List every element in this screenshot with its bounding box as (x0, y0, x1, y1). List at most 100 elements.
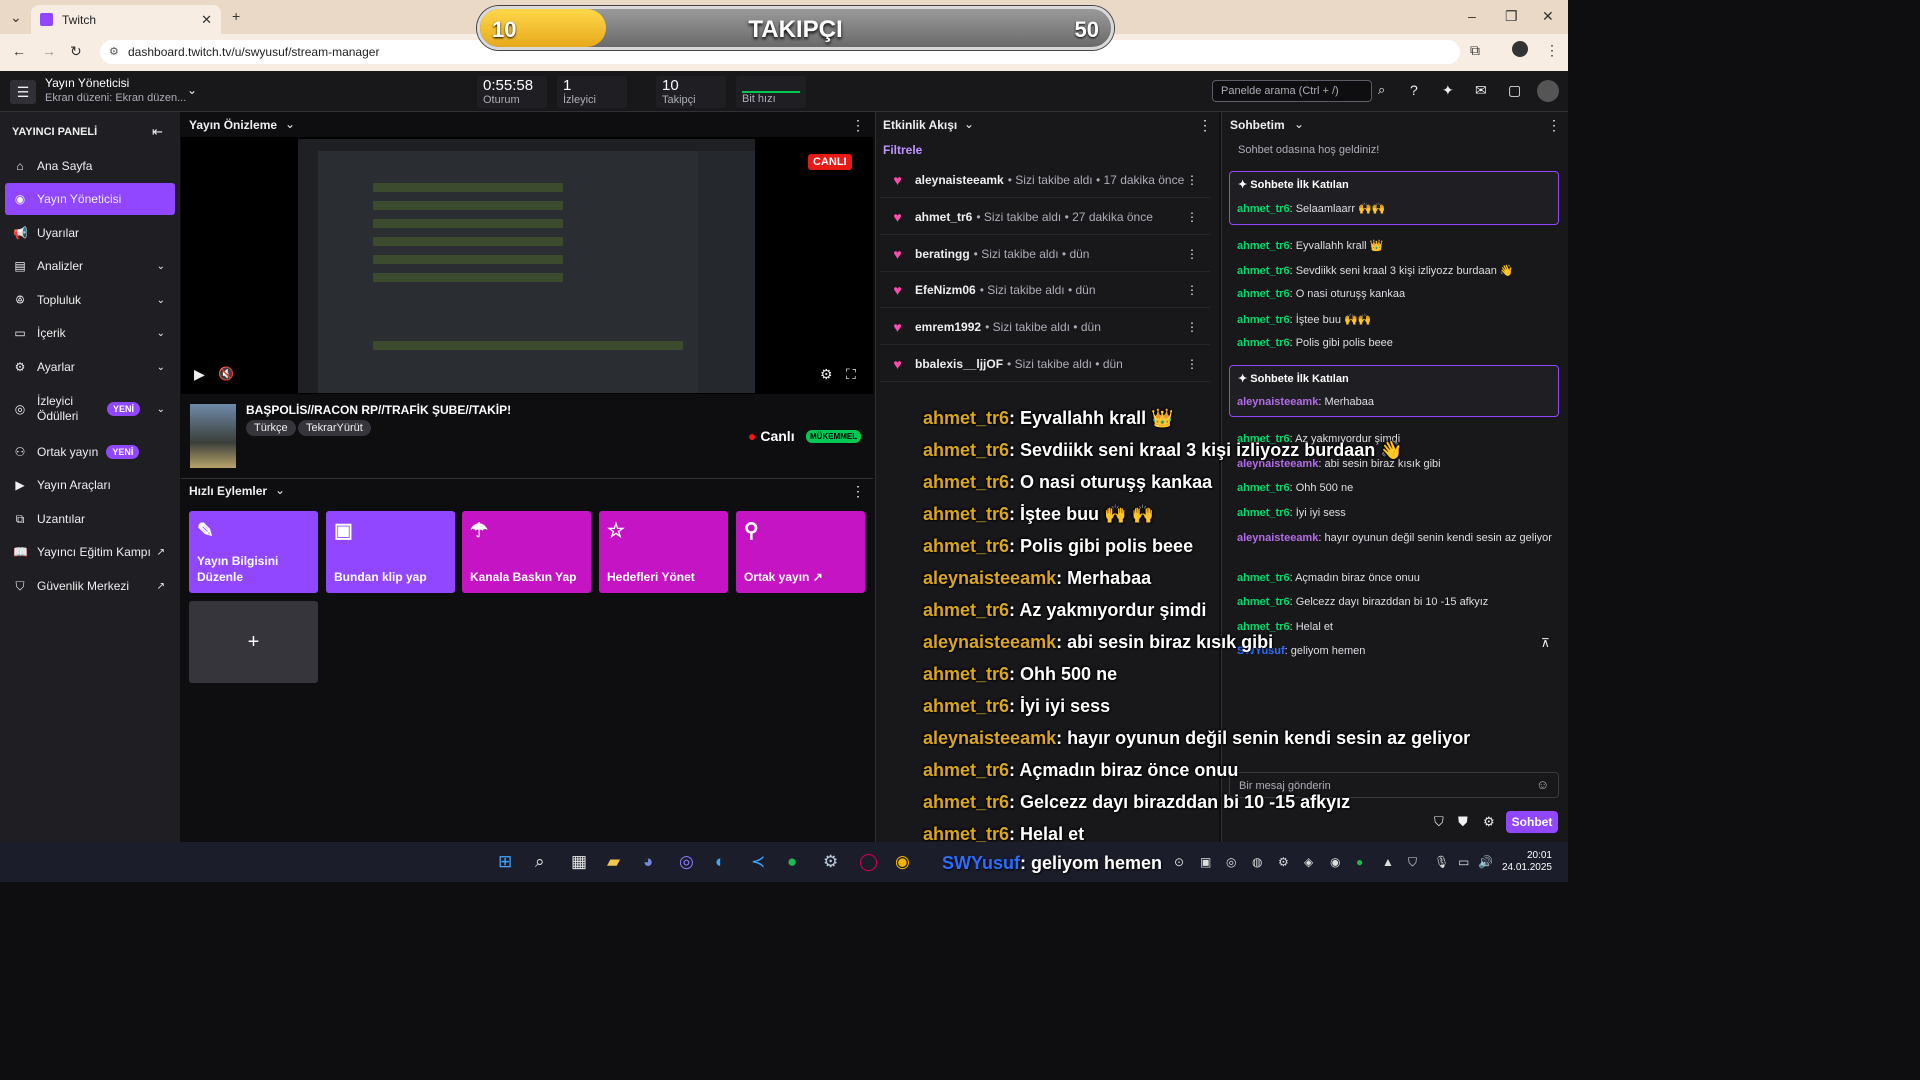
tray-icon[interactable]: ◍ (1252, 855, 1262, 869)
chat-message[interactable]: ahmet_tr6: Polis gibi polis beee (1237, 337, 1557, 349)
play-icon[interactable]: ▶ (194, 366, 205, 383)
search-icon[interactable]: ⌕ (535, 852, 545, 872)
tray-icon[interactable]: ◈ (1304, 855, 1313, 869)
filter-link[interactable]: Filtrele (883, 143, 922, 157)
add-quick-action-button[interactable]: + (189, 601, 318, 683)
folder-icon[interactable]: ▰ (607, 852, 620, 872)
player-settings-icon[interactable]: ⚙ (820, 366, 833, 383)
spotify-icon[interactable]: ● (787, 852, 797, 872)
close-tab-icon[interactable]: ✕ (201, 12, 212, 28)
activity-item[interactable]: ♥ ahmet_tr6 • Sizi takibe aldı • 27 dakika… (880, 199, 1210, 235)
discord-icon[interactable]: ◕ (643, 852, 653, 872)
chevron-down-icon[interactable]: ⌄ (285, 117, 295, 131)
edit-stream-info-button[interactable]: ✎ Yayın Bilgisini Düzenle (189, 511, 318, 593)
chat-message[interactable]: ahmet_tr6: İştee buu 🙌🙌 (1237, 313, 1557, 326)
site-info-icon[interactable]: ⚙ (109, 45, 119, 58)
tray-icon[interactable]: ⊙ (1174, 855, 1184, 869)
sidebar-item-content[interactable]: ▭ İçerik ⌄ (5, 317, 175, 349)
create-clip-button[interactable]: ▣ Bundan klip yap (326, 511, 455, 593)
tray-icon[interactable]: ◎ (1226, 855, 1236, 869)
chrome-icon[interactable]: ◉ (895, 852, 910, 872)
sparkle-icon[interactable]: ✦ (1442, 82, 1454, 99)
dashboard-search-input[interactable]: Panelde arama (Ctrl + /) (1212, 80, 1372, 102)
system-clock[interactable]: 20:01 24.01.2025 (1500, 850, 1552, 874)
preview-heading[interactable]: Yayın Önizleme (189, 118, 277, 132)
raid-channel-button[interactable]: ☂ Kanala Baskın Yap (462, 511, 591, 593)
tray-icon[interactable]: ⛉ (1408, 855, 1417, 870)
hamburger-menu-icon[interactable]: ☰ (10, 80, 36, 104)
profile-avatar[interactable] (1512, 41, 1528, 57)
sidebar-item-extensions[interactable]: ⧉ Uzantılar (5, 503, 175, 535)
sidebar-item-collab[interactable]: ⚇ Ortak yayın YENİ (5, 436, 175, 468)
extensions-icon[interactable]: ⧉ (1470, 42, 1480, 59)
chevron-down-icon[interactable]: ⌄ (1294, 117, 1304, 131)
windows-start-icon[interactable]: ⊞ (498, 852, 512, 872)
fullscreen-icon[interactable]: ⛶ (846, 366, 856, 383)
steam-icon[interactable]: ⚙ (823, 852, 838, 872)
tray-icon[interactable]: ▲ (1382, 855, 1394, 869)
chat-message[interactable]: ahmet_tr6: Selaamlaarr 🙌🙌 (1237, 202, 1557, 215)
more-options-icon[interactable]: ⋮ (1186, 357, 1198, 371)
close-window-icon[interactable]: ✕ (1542, 8, 1554, 25)
chat-heading[interactable]: Sohbetim (1230, 118, 1285, 132)
sidebar-item-creator-camp[interactable]: 📖 Yayıncı Eğitim Kampı ↗ (5, 536, 175, 568)
activity-heading[interactable]: Etkinlik Akışı (883, 118, 957, 132)
new-tab-icon[interactable]: + (232, 8, 240, 24)
search-icon[interactable]: ⌕ (1378, 82, 1385, 98)
activity-item[interactable]: ♥ beratingg • Sizi takibe aldı • dün ⋮ (880, 236, 1210, 272)
sidebar-item-stream-tools[interactable]: ▶ Yayın Araçları (5, 469, 175, 501)
whisper-icon[interactable]: ▢ (1508, 82, 1521, 99)
chat-message[interactable]: ahmet_tr6: Eyvallahh krall 👑 (1237, 239, 1557, 252)
store-icon[interactable]: ▦ (571, 852, 587, 872)
activity-item[interactable]: ♥ aleynaisteeamk • Sizi takibe aldı • 17 d… (880, 162, 1210, 198)
network-icon[interactable]: ▭ (1458, 855, 1469, 869)
tray-icon[interactable]: ● (1356, 855, 1363, 869)
browser-menu-icon[interactable]: ⋮ (1545, 42, 1559, 59)
back-icon[interactable]: ← (12, 43, 26, 59)
vscode-icon[interactable]: ≺ (751, 852, 765, 872)
sidebar-item-alerts[interactable]: 📢 Uyarılar (5, 217, 175, 249)
tag-language[interactable]: Türkçe (246, 420, 296, 436)
more-options-icon[interactable]: ⋮ (1186, 247, 1198, 261)
chat-message[interactable]: ahmet_tr6: O nasi oturuşş kankaa (1237, 288, 1557, 300)
chevron-down-icon[interactable]: ⌄ (964, 117, 974, 131)
page-title-group[interactable]: Yayın Yöneticisi Ekran düzeni: Ekran düz… (45, 76, 186, 104)
volume-icon[interactable]: 🔊 (1478, 855, 1493, 869)
more-options-icon[interactable]: ⋮ (851, 117, 865, 134)
inbox-icon[interactable]: ✉ (1475, 82, 1487, 99)
more-options-icon[interactable]: ⋮ (1186, 173, 1198, 187)
tray-icon[interactable]: ⚙ (1278, 855, 1289, 869)
sidebar-item-viewer-rewards[interactable]: ◎ İzleyici Ödülleri YENİ ⌄ (5, 392, 175, 426)
sidebar-item-stream-manager[interactable]: ◉ Yayın Yöneticisi (5, 183, 175, 215)
sidebar-item-settings[interactable]: ⚙ Ayarlar ⌄ (5, 351, 175, 383)
browser-tab[interactable]: Twitch ✕ (31, 5, 221, 34)
chevron-down-icon[interactable]: ⌄ (187, 83, 197, 97)
activity-item[interactable]: ♥ EfeNizm06 • Sizi takibe aldı • dün ⋮ (880, 272, 1210, 308)
collapse-sidebar-icon[interactable]: ⇤ (152, 124, 163, 140)
forward-icon[interactable]: → (42, 43, 56, 59)
tag-rerun[interactable]: TekrarYürüt (298, 420, 371, 436)
tab-list-icon[interactable]: ⌄ (10, 9, 22, 26)
tray-icon[interactable]: ◉ (1330, 855, 1340, 869)
more-options-icon[interactable]: ⋮ (851, 483, 865, 500)
chat-message[interactable]: ahmet_tr6: Sevdiikk seni kraal 3 kişi iz… (1237, 264, 1557, 277)
reload-icon[interactable]: ↻ (70, 43, 82, 60)
sidebar-item-home[interactable]: ⌂ Ana Sayfa (5, 150, 175, 182)
user-avatar[interactable] (1537, 80, 1559, 102)
restore-icon[interactable]: ❐ (1505, 8, 1518, 25)
mute-icon[interactable]: 🔇 (218, 366, 234, 382)
tray-icon[interactable]: ▣ (1200, 855, 1211, 869)
activity-item[interactable]: ♥ emrem1992 • Sizi takibe aldı • dün ⋮ (880, 309, 1210, 345)
chevron-down-icon[interactable]: ⌄ (275, 483, 285, 497)
microphone-icon[interactable]: 🎙 (1434, 855, 1449, 869)
sidebar-item-analytics[interactable]: ▤ Analizler ⌄ (5, 250, 175, 282)
more-options-icon[interactable]: ⋮ (1186, 283, 1198, 297)
manage-goals-button[interactable]: ☆ Hedefleri Yönet (599, 511, 728, 593)
quick-actions-heading[interactable]: Hızlı Eylemler (189, 484, 267, 498)
help-icon[interactable]: ? (1410, 82, 1418, 98)
app-icon[interactable]: ◯ (859, 852, 878, 872)
sidebar-item-community[interactable]: ꔮ Topluluk ⌄ (5, 284, 175, 316)
collab-stream-button[interactable]: ⚲ Ortak yayın ↗ (736, 511, 865, 593)
more-options-icon[interactable]: ⋮ (1186, 210, 1198, 224)
more-options-icon[interactable]: ⋮ (1186, 320, 1198, 334)
